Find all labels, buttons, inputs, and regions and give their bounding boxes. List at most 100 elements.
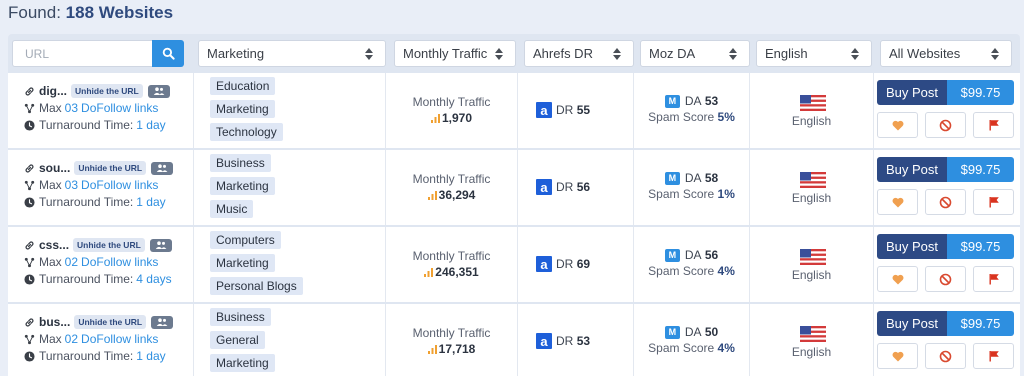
max-label: Max [39,178,62,192]
buy-post-button[interactable]: Buy Post $99.75 [877,311,1014,336]
buy-post-button[interactable]: Buy Post $99.75 [877,234,1014,259]
categories-cell: Computers Marketing Personal Blogs [194,227,386,302]
dr-line: a DR 56 [536,179,590,195]
favorite-button[interactable] [877,266,918,292]
users-icon [153,87,165,95]
dr-line: a DR 53 [536,333,590,349]
max-links-line: Max 02 DoFollow links [24,255,158,269]
spam-value: 1% [717,187,735,201]
sort-icon [491,47,507,61]
traffic-filter[interactable]: Monthly Traffic [394,40,516,67]
turnaround-line: Turnaround Time: 1 day [24,195,166,209]
group-button[interactable] [149,238,172,252]
bar-chart-icon [424,268,434,277]
spam-line: Spam Score 4% [634,264,749,278]
bar-chart-icon [427,191,437,200]
spam-line: Spam Score 5% [634,110,749,124]
buy-post-button[interactable]: Buy Post $99.75 [877,157,1014,182]
category-tag: Education [210,77,276,95]
category-filter[interactable]: Marketing [198,40,386,67]
results-count: Found: 188 Websites [8,3,173,23]
group-button[interactable] [147,84,170,98]
category-tag: Business [210,308,271,326]
da-value: 53 [704,94,719,108]
link-icon [25,317,34,327]
group-button[interactable] [151,161,174,175]
table-row: css... Unhide the URL Max 02 DoFollow li… [8,227,1020,303]
max-links-line: Max 03 DoFollow links [24,101,158,115]
actions-cell: Buy Post $99.75 [874,73,1020,148]
network-icon [24,180,35,190]
ban-icon [939,350,952,362]
traffic-value: 1,970 [441,111,473,125]
traffic-filter-label: Monthly Traffic [403,46,488,61]
found-count: 188 Websites [65,3,174,22]
bar-chart-icon [430,114,440,123]
traffic-cell: Monthly Traffic 1,970 [386,73,518,148]
moz-filter[interactable]: Moz DA [640,40,750,67]
turnaround-label: Turnaround Time: [39,349,134,363]
category-tag: Computers [210,231,281,249]
turnaround-label: Turnaround Time: [39,272,134,286]
traffic-line: 1,970 [386,111,517,125]
ahrefs-logo-icon: a [536,256,552,272]
websites-filter[interactable]: All Websites [880,40,1012,67]
turnaround-line: Turnaround Time: 1 day [24,118,166,132]
ahrefs-logo-icon: a [536,179,552,195]
dofollow-label: DoFollow links [81,332,159,346]
report-button[interactable] [973,189,1014,215]
language-value: English [791,191,832,205]
max-links-count: 02 [64,255,79,269]
unhide-url-button[interactable]: Unhide the URL [73,238,145,252]
report-button[interactable] [973,266,1014,292]
unhide-url-button[interactable]: Unhide the URL [71,84,143,98]
language-value: English [791,114,832,128]
moz-cell: M DA 56 Spam Score 4% [634,227,750,302]
report-button[interactable] [973,343,1014,369]
buy-post-button[interactable]: Buy Post $99.75 [877,80,1014,105]
actions-cell: Buy Post $99.75 [874,227,1020,302]
sort-icon [987,47,1003,61]
ahrefs-filter[interactable]: Ahrefs DR [524,40,634,67]
spam-label: Spam Score [648,110,715,124]
max-links-count: 02 [64,332,79,346]
heart-icon [892,351,903,361]
group-button[interactable] [151,315,174,329]
network-icon [24,103,35,113]
turnaround-value: 1 day [136,118,166,132]
sort-icon [361,47,377,61]
table-row: sou... Unhide the URL Max 03 DoFollow li… [8,150,1020,226]
favorite-button[interactable] [877,112,918,138]
us-flag-icon [800,249,826,265]
sort-icon [609,47,625,61]
unhide-url-button[interactable]: Unhide the URL [74,315,147,329]
ahrefs-cell: a DR 53 [518,304,634,376]
spam-line: Spam Score 4% [634,341,749,355]
language-cell: English [750,227,874,302]
block-button[interactable] [925,343,966,369]
url-search-input[interactable] [12,40,154,67]
report-button[interactable] [973,112,1014,138]
sort-icon [847,47,863,61]
flag-icon [989,274,999,285]
site-line: dig... Unhide the URL [24,84,170,98]
da-line: M DA 50 [634,325,749,339]
category-tag: Technology [210,123,283,141]
moz-cell: M DA 58 Spam Score 1% [634,150,750,225]
block-button[interactable] [925,112,966,138]
favorite-button[interactable] [877,343,918,369]
favorite-button[interactable] [877,189,918,215]
block-button[interactable] [925,189,966,215]
unhide-url-button[interactable]: Unhide the URL [74,161,147,175]
block-button[interactable] [925,266,966,292]
traffic-label: Monthly Traffic [412,95,491,109]
turnaround-line: Turnaround Time: 4 days [24,272,172,286]
search-button[interactable] [152,40,184,67]
language-filter[interactable]: English [756,40,872,67]
site-name: sou... [39,161,71,175]
category-tag: General [210,331,265,349]
ban-icon [939,273,952,285]
ban-icon [939,196,952,208]
buy-post-label: Buy Post [877,311,947,336]
traffic-value: 246,351 [435,265,479,279]
